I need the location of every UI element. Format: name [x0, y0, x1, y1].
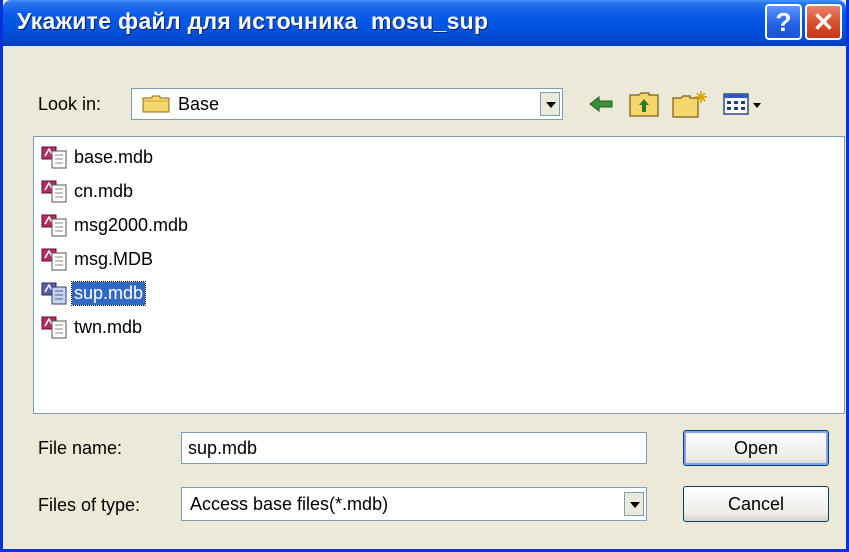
- files-of-type-value: Access base files(*.mdb): [190, 494, 389, 514]
- file-name-text: cn.mdb: [74, 181, 134, 201]
- file-name-text: msg.MDB: [74, 249, 154, 269]
- folder-icon: [142, 95, 170, 113]
- access-database-icon: [41, 214, 67, 237]
- file-dialog-window: Укажите файл для источника mosu_sup ? ✕ …: [0, 0, 849, 552]
- help-button[interactable]: ?: [765, 4, 802, 40]
- file-name-text: sup.mdb: [70, 281, 147, 306]
- file-name-label: File name:: [38, 438, 123, 458]
- create-new-folder-button[interactable]: [671, 89, 709, 119]
- access-database-icon: [41, 282, 67, 305]
- up-folder-icon: [629, 92, 659, 117]
- files-of-type-dropdown-button[interactable]: [624, 492, 644, 516]
- access-database-icon: [41, 316, 67, 339]
- close-button[interactable]: ✕: [805, 4, 842, 40]
- view-menu-button[interactable]: [721, 89, 765, 119]
- access-database-icon: [41, 180, 67, 203]
- back-button[interactable]: [586, 89, 616, 119]
- help-icon: ?: [775, 7, 792, 37]
- access-database-icon: [41, 248, 67, 271]
- close-icon: ✕: [812, 7, 835, 37]
- file-name-text: msg2000.mdb: [74, 215, 189, 235]
- file-name-text: base.mdb: [74, 147, 154, 167]
- look-in-combobox[interactable]: Base: [131, 88, 563, 120]
- view-menu-icon: [723, 93, 761, 115]
- up-one-level-button[interactable]: [627, 89, 661, 119]
- file-name-text: twn.mdb: [74, 317, 143, 337]
- open-button[interactable]: Open: [683, 430, 829, 466]
- window-title: Укажите файл для источника mosu_sup: [17, 8, 489, 34]
- files-of-type-label: Files of type:: [38, 495, 141, 515]
- access-database-icon: [41, 146, 67, 169]
- look-in-value: Base: [178, 94, 220, 114]
- new-folder-icon: [672, 91, 707, 118]
- file-name-input[interactable]: [181, 432, 647, 464]
- look-in-dropdown-button[interactable]: [540, 92, 560, 116]
- files-of-type-combobox[interactable]: Access base files(*.mdb): [181, 487, 647, 521]
- file-list[interactable]: base.mdb cn.mdb msg2000.mdb msg.MDB sup.…: [33, 136, 845, 414]
- look-in-label: Look in:: [38, 94, 102, 114]
- back-arrow-icon: [589, 95, 613, 113]
- cancel-button[interactable]: Cancel: [683, 486, 829, 522]
- title-bar[interactable]: Укажите файл для источника mosu_sup ? ✕: [3, 0, 846, 46]
